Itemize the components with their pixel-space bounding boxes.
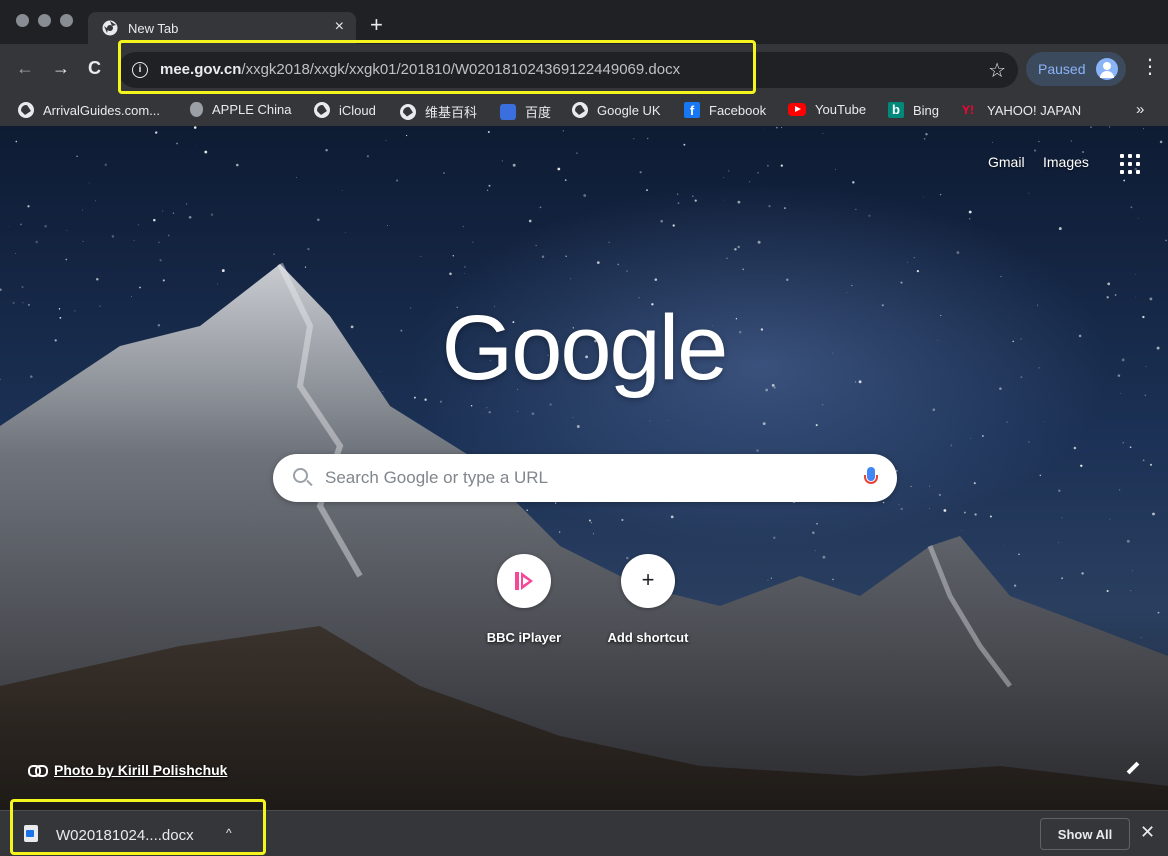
facebook-icon: f (684, 102, 700, 118)
globe-icon (18, 102, 34, 118)
shortcut-tile: + (621, 554, 675, 608)
close-download-shelf-icon[interactable]: ✕ (1140, 822, 1155, 843)
address-bar[interactable]: i mee.gov.cn/xxgk2018/xxgk/xxgk01/201810… (118, 52, 1018, 88)
bookmarks-overflow-button[interactable]: » (1136, 101, 1144, 118)
youtube-icon (788, 103, 806, 116)
new-tab-button[interactable]: + (370, 14, 383, 36)
bookmark-star-icon[interactable]: ☆ (988, 58, 1006, 83)
globe-icon (400, 103, 416, 120)
shortcut-label: Add shortcut (607, 630, 689, 645)
bbc-iplayer-icon (515, 572, 533, 590)
bookmark-youtube[interactable]: YouTube (788, 102, 866, 117)
bookmark-facebook[interactable]: f Facebook (684, 102, 766, 118)
download-item[interactable]: W020181024....docx ^ (14, 813, 264, 855)
forward-button[interactable]: → (52, 58, 70, 78)
minimize-window-button[interactable] (38, 14, 51, 27)
url-domain: mee.gov.cn (160, 61, 242, 78)
download-options-caret-icon[interactable]: ^ (226, 826, 232, 840)
plus-icon: + (641, 567, 655, 592)
bookmark-google-uk[interactable]: Google UK (572, 102, 661, 118)
profile-button[interactable]: Paused (1026, 52, 1126, 86)
google-apps-icon[interactable] (1120, 154, 1140, 174)
zoom-window-button[interactable] (60, 14, 73, 27)
close-window-button[interactable] (16, 14, 29, 27)
bookmarks-bar: ArrivalGuides.com... APPLE China iCloud … (0, 96, 1168, 126)
photo-credit-text: Photo by Kirill Polishchuk (54, 762, 228, 778)
baidu-icon (500, 103, 516, 120)
bookmark-apple-china[interactable]: APPLE China (190, 102, 292, 117)
tab-new-tab[interactable]: New Tab × (88, 12, 356, 44)
link-icon (28, 765, 48, 777)
globe-icon (314, 102, 330, 118)
gmail-link[interactable]: Gmail (988, 154, 1025, 170)
search-box[interactable] (273, 454, 897, 502)
site-info-icon[interactable]: i (132, 62, 148, 78)
google-logo: Google (441, 297, 729, 399)
url-path: /xxgk2018/xxgk/xxgk01/201810/W0201810243… (241, 61, 681, 78)
tab-strip: New Tab × + (0, 0, 1168, 44)
toolbar: ← → C i mee.gov.cn/xxgk2018/xxgk/xxgk01/… (0, 44, 1168, 96)
new-tab-page: Gmail Images Google BBC iPlayer + Add sh… (0, 126, 1168, 810)
shortcut-bbc-iplayer[interactable]: BBC iPlayer (476, 554, 572, 645)
chrome-menu-button[interactable]: ⋮ (1140, 57, 1160, 77)
globe-icon (572, 102, 588, 118)
microphone-icon[interactable] (864, 467, 878, 484)
shortcut-label: BBC iPlayer (486, 630, 562, 645)
download-file-name: W020181024....docx (56, 827, 194, 844)
search-icon (293, 468, 308, 483)
address-url[interactable]: mee.gov.cn/xxgk2018/xxgk/xxgk01/201810/W… (160, 61, 680, 78)
bookmark-baidu[interactable]: 百度 (500, 102, 551, 121)
back-button[interactable]: ← (16, 58, 34, 78)
photo-credit-link[interactable]: Photo by Kirill Polishchuk (28, 762, 227, 778)
bookmark-icloud[interactable]: iCloud (314, 102, 376, 118)
images-link[interactable]: Images (1043, 154, 1089, 170)
shortcut-add[interactable]: + Add shortcut (600, 554, 696, 645)
chrome-favicon-icon (102, 20, 118, 36)
reload-button[interactable]: C (88, 58, 101, 78)
search-input[interactable] (325, 462, 845, 494)
tab-close-icon[interactable]: × (335, 18, 344, 36)
profile-status-label: Paused (1038, 61, 1086, 77)
shortcut-tile (497, 554, 551, 608)
tab-title: New Tab (128, 21, 179, 36)
yahoo-icon: Y! (962, 103, 974, 117)
bookmark-arrivalguides[interactable]: ArrivalGuides.com... (18, 102, 160, 118)
avatar-icon (1096, 58, 1118, 80)
bookmark-wikipedia-zh[interactable]: 维基百科 (400, 102, 477, 121)
show-all-button[interactable]: Show All (1040, 818, 1130, 850)
word-document-icon (24, 825, 38, 842)
bing-icon: b (888, 102, 904, 118)
download-shelf: W020181024....docx ^ (0, 810, 1168, 856)
bookmark-bing[interactable]: b Bing (888, 102, 939, 118)
apple-icon (190, 102, 203, 117)
bookmark-yahoo-japan[interactable]: Y! YAHOO! JAPAN (962, 102, 1081, 118)
